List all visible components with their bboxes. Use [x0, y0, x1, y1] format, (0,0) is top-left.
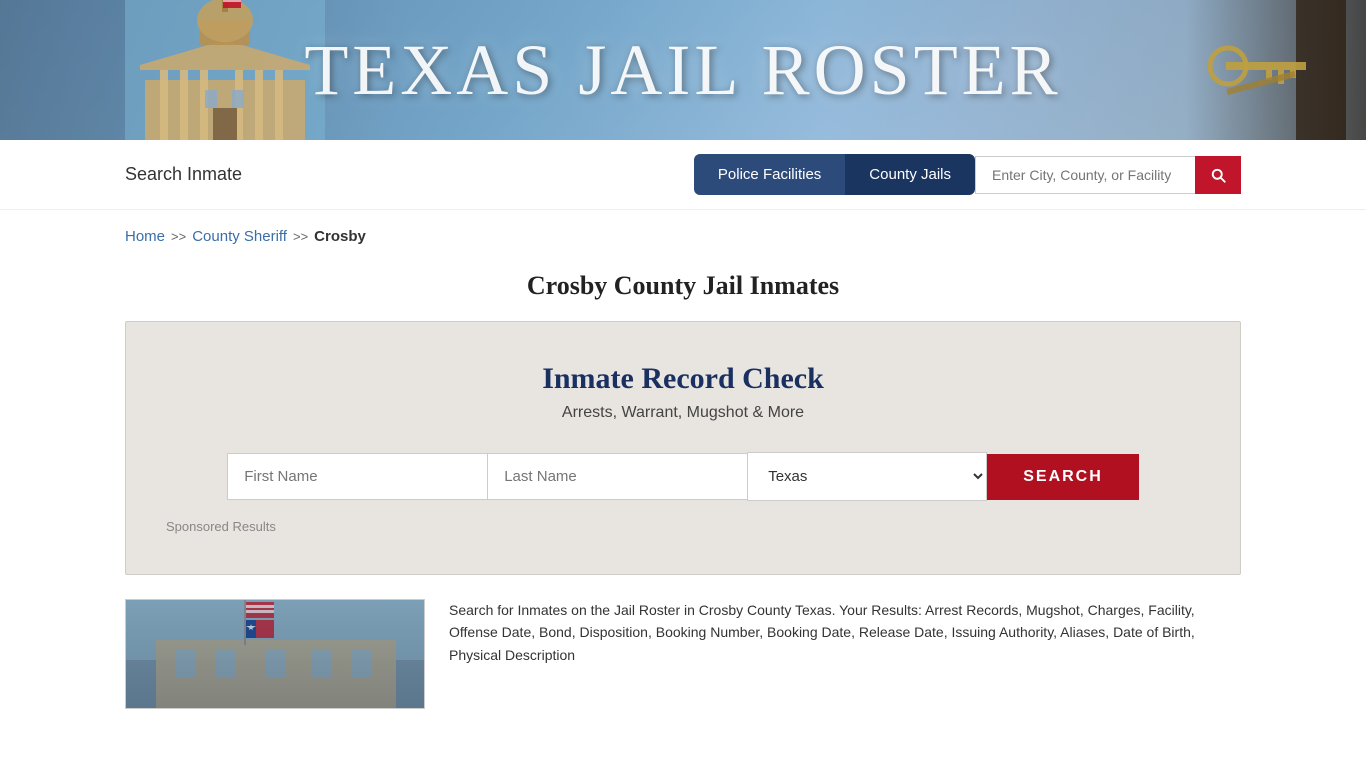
sponsored-results-label: Sponsored Results [166, 519, 1200, 534]
bottom-section: Search for Inmates on the Jail Roster in… [0, 599, 1366, 709]
police-facilities-button[interactable]: Police Facilities [694, 154, 845, 195]
breadcrumb-sep-1: >> [171, 229, 186, 244]
facility-search-button[interactable] [1195, 156, 1241, 194]
bottom-image-overlay [126, 600, 424, 708]
record-check-title: Inmate Record Check [166, 362, 1200, 396]
record-search-button[interactable]: SEARCH [987, 454, 1139, 500]
page-title: Crosby County Jail Inmates [0, 255, 1366, 321]
breadcrumb: Home >> County Sheriff >> Crosby [0, 210, 1366, 255]
record-check-container: Inmate Record Check Arrests, Warrant, Mu… [125, 321, 1241, 575]
breadcrumb-county-sheriff-link[interactable]: County Sheriff [192, 228, 287, 245]
first-name-input[interactable] [227, 453, 487, 500]
state-select[interactable]: AlabamaAlaskaArizonaArkansasCaliforniaCo… [747, 452, 987, 501]
site-title: Texas Jail Roster [304, 29, 1061, 112]
breadcrumb-home-link[interactable]: Home [125, 228, 165, 245]
header-banner: Texas Jail Roster [0, 0, 1366, 140]
breadcrumb-current: Crosby [314, 228, 366, 245]
county-jails-button[interactable]: County Jails [845, 154, 975, 195]
nav-bar: Search Inmate Police Facilities County J… [0, 140, 1366, 210]
search-inmate-label: Search Inmate [125, 164, 242, 185]
search-icon [1209, 166, 1227, 184]
bottom-image [125, 599, 425, 709]
breadcrumb-sep-2: >> [293, 229, 308, 244]
record-check-subtitle: Arrests, Warrant, Mugshot & More [166, 404, 1200, 422]
facility-search-input[interactable] [975, 156, 1195, 194]
bottom-description: Search for Inmates on the Jail Roster in… [449, 599, 1241, 709]
keys-image [1186, 0, 1366, 140]
last-name-input[interactable] [487, 453, 747, 500]
capitol-image [125, 0, 325, 140]
nav-right-group: Police Facilities County Jails [694, 154, 1241, 195]
record-check-form: AlabamaAlaskaArizonaArkansasCaliforniaCo… [166, 452, 1200, 501]
